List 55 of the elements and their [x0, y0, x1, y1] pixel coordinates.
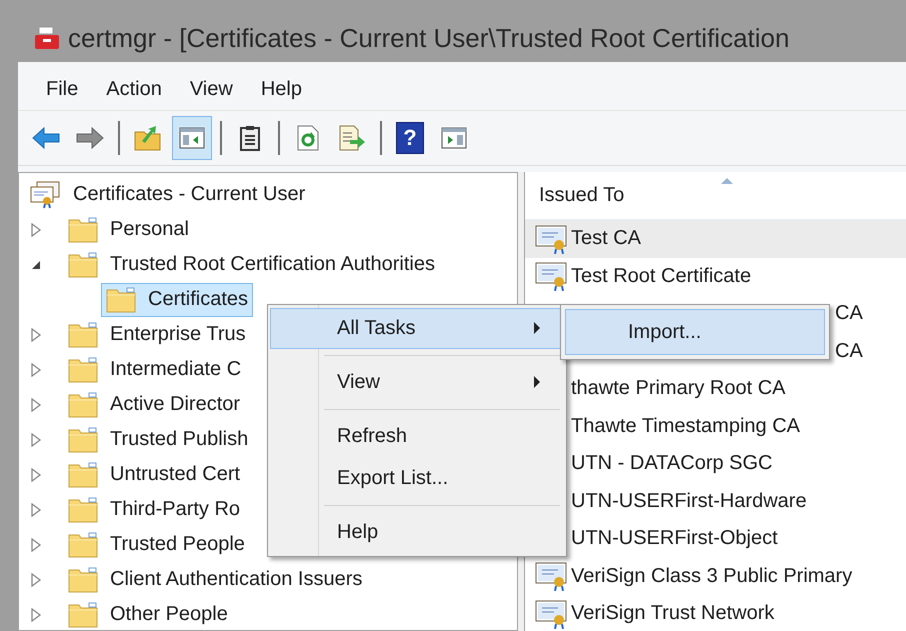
- menu-item[interactable]: Import...: [565, 309, 825, 355]
- left-arrow-icon: [32, 127, 60, 149]
- folder-icon: [68, 392, 98, 418]
- right-arrow-icon: [76, 127, 104, 149]
- certificate-icon: [535, 561, 569, 592]
- folder-up-icon: [134, 125, 162, 151]
- menu-item[interactable]: Help: [250, 74, 312, 104]
- list-row[interactable]: VeriSign Class 3 Public Primary: [525, 558, 906, 595]
- folder-icon: [68, 426, 98, 452]
- menu-item[interactable]: Action: [96, 74, 172, 104]
- folder-icon: [68, 566, 98, 592]
- folder-icon: [68, 216, 98, 242]
- tree-item[interactable]: Intermediate C: [63, 352, 246, 386]
- tree-item[interactable]: Client Authentication Issuers: [63, 562, 368, 596]
- console-tree-button[interactable]: [172, 116, 212, 160]
- menu-item[interactable]: Refresh: [270, 416, 564, 457]
- list-row[interactable]: Test CA: [525, 220, 906, 258]
- certificate-icon: [535, 224, 569, 254]
- folder-icon: [68, 602, 98, 628]
- folder-icon: [68, 532, 98, 558]
- menu-item[interactable]: Help: [270, 512, 564, 553]
- help-button[interactable]: ?: [390, 116, 430, 160]
- tree-item[interactable]: Untrusted Cert: [63, 458, 246, 492]
- help-icon: ?: [396, 122, 424, 154]
- tree-item[interactable]: Trusted People: [63, 528, 250, 562]
- menu-item[interactable]: View: [270, 362, 564, 403]
- folder-icon: [68, 322, 98, 348]
- pane-icon: [441, 126, 467, 150]
- folder-icon: [68, 462, 98, 488]
- menu-item[interactable]: File: [36, 74, 88, 104]
- folder-icon: [106, 286, 136, 312]
- app-icon: [34, 26, 60, 50]
- tree-item[interactable]: Certificates: [101, 282, 254, 316]
- folder-icon: [68, 356, 98, 382]
- folder-icon: [68, 496, 98, 522]
- certificate-icon: [535, 261, 569, 292]
- pane-icon: [179, 126, 205, 150]
- certificate-store-icon: [29, 180, 61, 208]
- tree-item[interactable]: Enterprise Trus: [63, 318, 251, 352]
- menu-item[interactable]: Export List...: [270, 458, 564, 499]
- tree-item[interactable]: Certificates - Current User: [24, 178, 310, 212]
- menu-item[interactable]: View: [180, 74, 243, 104]
- folder-icon: [68, 252, 98, 278]
- tree-item[interactable]: Personal: [63, 212, 194, 246]
- tree-item[interactable]: Third-Party Ro: [63, 492, 246, 526]
- tree-item[interactable]: Trusted Root Certification Authorities: [63, 248, 440, 282]
- tree-item[interactable]: Trusted Publish: [63, 422, 254, 456]
- list-row[interactable]: Test Root Certificate: [525, 258, 906, 295]
- tree-item[interactable]: Active Director: [63, 388, 246, 422]
- export-list-icon: [338, 125, 366, 151]
- window-title: certmgr - [Certificates - Current User\Trusted Root Certification: [68, 22, 790, 54]
- tree-item[interactable]: Other People: [63, 598, 233, 630]
- list-row[interactable]: VeriSign Trust Network: [525, 595, 906, 631]
- clipboard-icon: [239, 125, 261, 151]
- refresh-icon: [296, 125, 320, 151]
